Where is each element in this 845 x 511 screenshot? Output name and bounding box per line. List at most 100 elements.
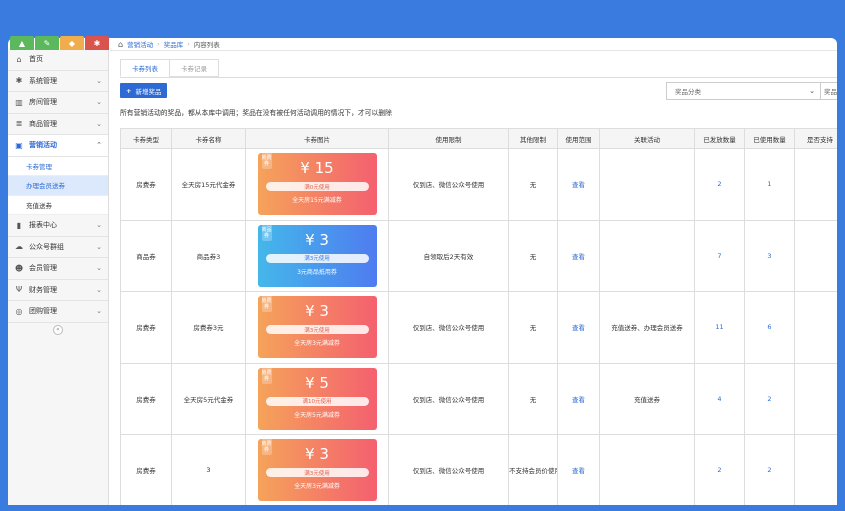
coupon-image-cell: 房费券 ¥ 5 满10元使用 全天房5元满减券 (245, 362, 389, 435)
column-header: 卡券名称 (171, 128, 246, 149)
chevron-down-icon: ⌄ (96, 119, 102, 128)
cutlery-icon: Ψ (15, 285, 23, 295)
usage-limit-cell: 仅到店、微信公众号使用 (388, 291, 509, 364)
support-cell (794, 148, 837, 221)
chevron-down-icon: ⌄ (809, 87, 815, 95)
table-row: 房费券 全天房5元代金券 房费券 ¥ 5 满10元使用 全天房5元满减券 仅到店、微信公众号… (120, 362, 837, 435)
used-count-cell[interactable]: 6 (744, 291, 795, 364)
prize-search-label: 奖品 (824, 88, 837, 96)
related-activity-cell: 充值送券、办理会员送券 (599, 291, 695, 364)
gear-icon: ✱ (93, 38, 101, 48)
breadcrumb-marketing[interactable]: 营销活动 (127, 39, 153, 49)
issued-count-cell[interactable]: 11 (694, 291, 745, 364)
coupon-type-cell: 房费券 (120, 291, 172, 364)
column-header: 使用范围 (557, 128, 600, 149)
coupon-image: 房费券 ¥ 3 满3元使用 全天房3元满减券 (257, 439, 377, 502)
column-header: 卡券类型 (120, 128, 172, 149)
tab-divider (120, 77, 837, 78)
chevron-down-icon: ⌄ (96, 307, 102, 316)
sidebar-item[interactable]: ◎ 团购管理 ⌄ (8, 301, 108, 323)
breadcrumb-current: 内容列表 (193, 41, 220, 49)
prize-category-select[interactable]: 奖品分类 ⌄ (666, 82, 821, 100)
usage-limit-cell: 仅到店、微信公众号使用 (388, 434, 509, 505)
gear-button[interactable]: ✱ (85, 36, 109, 50)
sidebar-item[interactable]: ≣ 商品管理 ⌄ (8, 114, 108, 135)
view-scope-link[interactable]: 查看 (572, 396, 585, 404)
tab-coupon-records[interactable]: 卡券记录 (169, 59, 219, 77)
coupon-condition: 满10元使用 (265, 396, 369, 406)
table-row: 房费券 全天房15元代金券 房费券 ¥ 15 满0元使用 全天房15元满减券 仅到店、微信公… (120, 148, 837, 221)
table-row: 商品券 商品券3 商品券 ¥ 3 满3元使用 3元商品抵用券 自领取后2天有效无查看 7 3 (120, 219, 837, 292)
coupon-amount: ¥ 3 (305, 445, 329, 464)
used-count-cell[interactable]: 2 (744, 362, 795, 435)
coupon-table: 卡券类型 卡券名称 卡券图片 使用限制 其他限制 使用范围 关联活动 已发放数量 已使用数量 是否… (120, 128, 837, 505)
view-scope-link[interactable]: 查看 (572, 253, 585, 261)
shirt-icon: ◆ (68, 38, 76, 48)
breadcrumb-separator: › (187, 40, 190, 48)
table-row: 房费券 3 房费券 ¥ 3 满3元使用 全天房3元满减券 仅到店、微信公众号使用 不支持会员价… (120, 434, 837, 505)
chevron-up-icon: ⌃ (96, 141, 102, 150)
sidebar-item[interactable]: ✱ 系统管理 ⌄ (8, 71, 108, 92)
coupon-amount: ¥ 3 (305, 302, 329, 321)
pencil-button[interactable]: ✎ (35, 36, 59, 50)
support-cell (794, 291, 837, 364)
issued-count-cell[interactable]: 2 (694, 434, 745, 505)
issued-count-cell[interactable]: 2 (694, 148, 745, 221)
shirt-button[interactable]: ◆ (60, 36, 84, 50)
used-count-cell[interactable]: 2 (744, 434, 795, 505)
database-icon: ≣ (15, 119, 23, 129)
usage-scope-cell: 查看 (557, 291, 600, 364)
coupon-image: 房费券 ¥ 3 满3元使用 全天房3元满减券 (257, 296, 377, 359)
breadcrumb-separator: › (157, 40, 160, 48)
prize-search-select[interactable]: 奖品 (821, 82, 837, 100)
sidebar-item[interactable]: ☻ 会员管理 ⌄ (8, 258, 108, 280)
chart-button[interactable]: ▲ (10, 36, 34, 50)
sidebar-item[interactable]: ⌂ 首页 (8, 49, 108, 71)
gear-icon: ✱ (15, 76, 23, 86)
coupon-image: 商品券 ¥ 3 满3元使用 3元商品抵用券 (257, 224, 377, 287)
sidebar-item[interactable]: ▥ 房间管理 ⌄ (8, 92, 108, 114)
main-content: ⌂ 营销活动 › 奖品库 › 内容列表 卡券列表 卡券记录 + 新增奖品 奖品分… (110, 38, 837, 505)
coupon-type-cell: 商品券 (120, 219, 172, 292)
coupon-image-cell: 房费券 ¥ 3 满3元使用 全天房3元满减券 (245, 434, 389, 505)
other-limit-cell: 不支持会员价使用 (508, 434, 558, 505)
coupon-condition: 满3元使用 (265, 325, 369, 335)
view-scope-link[interactable]: 查看 (572, 467, 585, 475)
app-window: ⌂ 首页 ✱ 系统管理 ⌄ ▥ 房间管理 ⌄ ≣ 商品管理 ⌄ ▣ 营销活动 ⌃ 卡券管理 办理会员送券 充值送… (8, 38, 837, 505)
sidebar-subitem[interactable]: 卡券管理 (8, 156, 108, 176)
used-count-cell[interactable]: 3 (744, 219, 795, 292)
issued-count-cell[interactable]: 7 (694, 219, 745, 292)
sidebar-item[interactable]: ☁ 公众号群组 ⌄ (8, 237, 108, 258)
view-scope-link[interactable]: 查看 (572, 324, 585, 332)
home-icon: ⌂ (16, 54, 22, 64)
view-scope-link[interactable]: 查看 (572, 181, 585, 189)
sidebar-subitem[interactable]: 办理会员送券 (8, 176, 108, 196)
sidebar-item[interactable]: ▮ 报表中心 ⌄ (8, 215, 108, 237)
sidebar-item-label: 系统管理 (29, 76, 57, 85)
home-icon[interactable]: ⌂ (118, 40, 123, 49)
sidebar-item[interactable]: ▣ 营销活动 ⌃ (8, 135, 108, 157)
collapse-icon[interactable]: « (53, 324, 63, 335)
support-cell (794, 219, 837, 292)
breadcrumb-prize-library[interactable]: 奖品库 (164, 39, 184, 49)
usage-scope-cell: 查看 (557, 362, 600, 435)
chart-icon: ▲ (18, 38, 26, 48)
sidebar-item[interactable]: Ψ 财务管理 ⌄ (8, 280, 108, 301)
coupon-description: 3元商品抵用券 (297, 268, 337, 276)
support-cell (794, 434, 837, 505)
coupon-name-cell: 3 (171, 434, 246, 505)
add-prize-button[interactable]: + 新增奖品 (120, 83, 168, 98)
coupon-condition: 满0元使用 (265, 182, 369, 192)
usage-scope-cell: 查看 (557, 148, 600, 221)
other-limit-cell: 无 (508, 219, 558, 292)
used-count-cell[interactable]: 1 (744, 148, 795, 221)
tab-bar: 卡券列表 卡券记录 (120, 59, 219, 77)
tab-coupon-list[interactable]: 卡券列表 (120, 59, 170, 77)
column-header: 关联活动 (599, 128, 695, 149)
support-cell (794, 362, 837, 435)
sidebar-subitem[interactable]: 充值送券 (8, 195, 108, 215)
issued-count-cell[interactable]: 4 (694, 362, 745, 435)
coupon-type-cell: 房费券 (120, 434, 172, 505)
usage-limit-cell: 仅到店、微信公众号使用 (388, 362, 509, 435)
top-toolbar: ▲ ✎ ◆ ✱ (10, 36, 110, 50)
